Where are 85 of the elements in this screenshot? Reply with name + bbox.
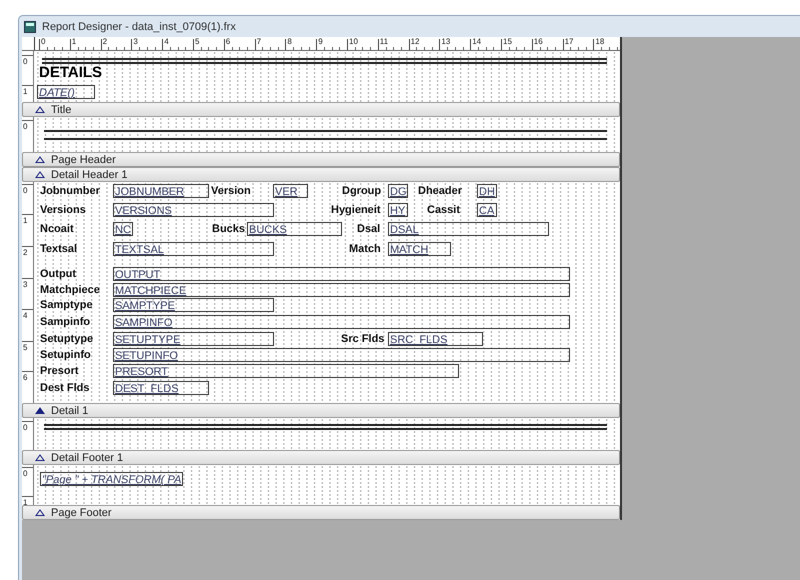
- ruler-number: 4: [23, 312, 28, 320]
- report-field: VER: [273, 184, 308, 198]
- field-label: Sampinfo: [40, 315, 90, 329]
- ruler-number: 10: [349, 37, 358, 46]
- band-bar[interactable]: Detail Header 1: [22, 167, 620, 182]
- ruler-number: 0: [23, 58, 28, 66]
- ruler-number: 0: [23, 470, 28, 478]
- ruler-number: 0: [41, 37, 46, 46]
- report-field: TEXTSAL: [113, 242, 274, 256]
- ruler-number: 6: [23, 374, 28, 382]
- report-field: OUTPUT: [113, 267, 570, 281]
- ruler-number: 1: [23, 217, 28, 225]
- ruler-number: 0: [23, 187, 28, 195]
- field-label: Setuptype: [40, 332, 94, 346]
- ruler-number: 1: [72, 37, 76, 46]
- ruler-number: 11: [380, 37, 388, 46]
- ruler-number: 13: [441, 37, 450, 46]
- field-label: Matchpiece: [40, 283, 100, 297]
- ruler-number: 15: [503, 37, 512, 46]
- ruler-number: 5: [195, 37, 200, 46]
- band-bar[interactable]: Detail 1: [22, 403, 620, 418]
- report-field: SRC_FLDS: [388, 332, 483, 346]
- report-field: SAMPTYPE: [113, 298, 274, 312]
- report-field: BUCKS: [247, 222, 342, 236]
- band-bar[interactable]: Page Header: [22, 152, 620, 167]
- ruler-number: 5: [23, 344, 28, 352]
- field-label: Dest Flds: [40, 381, 90, 395]
- report-field: SAMPINFO: [113, 315, 570, 329]
- report-field: DH: [477, 184, 497, 198]
- report-field: MATCHPIECE: [113, 283, 570, 297]
- ruler-number: 3: [133, 37, 138, 46]
- report-field: VERSIONS: [113, 203, 274, 217]
- field-label: Setupinfo: [40, 348, 91, 362]
- field-label: Version: [211, 184, 251, 198]
- report-field: DEST_FLDS: [113, 381, 209, 395]
- field-label: Cassit: [427, 203, 460, 217]
- report-field: DSAL: [388, 222, 549, 236]
- field-label: Samptype: [40, 298, 93, 312]
- ruler-number: 7: [256, 37, 262, 46]
- field-label: Jobnumber: [40, 184, 100, 198]
- band-bar[interactable]: Detail Footer 1: [22, 450, 620, 465]
- report-field: MATCH: [388, 242, 451, 256]
- field-label: Bucks: [212, 222, 246, 236]
- field-label: Presort: [40, 364, 79, 378]
- ruler-number: 0: [23, 424, 28, 432]
- ruler-number: 14: [472, 37, 482, 46]
- band-bar[interactable]: Title: [22, 102, 620, 117]
- field-label: Textsal: [40, 242, 78, 256]
- field-label: Match: [349, 242, 381, 256]
- report-heading: DETAILS: [39, 64, 102, 82]
- ruler-number: 4: [164, 37, 169, 46]
- report-field: HY: [388, 203, 408, 217]
- ruler-number: 1: [23, 88, 28, 96]
- ruler-number: 3: [23, 281, 28, 289]
- field-label: Output: [40, 267, 76, 281]
- report-field: NC: [113, 222, 133, 236]
- report-expression: "Page " + TRANSFORM( PA: [40, 472, 183, 486]
- field-label: Hygieneit: [331, 203, 381, 217]
- field-label: Dheader: [418, 184, 462, 198]
- ruler-number: 0: [23, 123, 28, 131]
- report-field: DG: [388, 184, 408, 198]
- ruler-number: 8: [287, 37, 292, 46]
- report-field: PRESORT: [113, 364, 459, 378]
- ruler-number: 1: [23, 499, 28, 507]
- report-field: SETUPINFO: [113, 348, 570, 362]
- ruler-number: 12: [410, 37, 420, 46]
- ruler-number: 16: [534, 37, 543, 46]
- report-field: JOBNUMBER: [113, 184, 209, 198]
- field-label: Src Flds: [341, 332, 384, 346]
- field-label: Ncoait: [40, 222, 74, 236]
- ruler-number: 2: [23, 249, 28, 257]
- report-field: SETUPTYPE: [113, 332, 274, 346]
- report-expression: DATE(): [37, 85, 95, 99]
- ruler-number: 9: [318, 37, 323, 46]
- ruler-number: 17: [564, 37, 574, 46]
- ruler-number: 2: [102, 37, 108, 46]
- field-label: Dgroup: [342, 184, 382, 198]
- window-title: Report Designer - data_inst_0709(1).frx: [42, 20, 236, 32]
- band-bar[interactable]: Page Footer: [22, 505, 620, 520]
- report-field: CA: [477, 203, 497, 217]
- field-label: Versions: [40, 203, 86, 217]
- app-icon: [24, 20, 36, 32]
- ruler-number: 6: [226, 37, 230, 46]
- field-label: Dsal: [357, 222, 380, 236]
- ruler-number: 18: [595, 37, 604, 46]
